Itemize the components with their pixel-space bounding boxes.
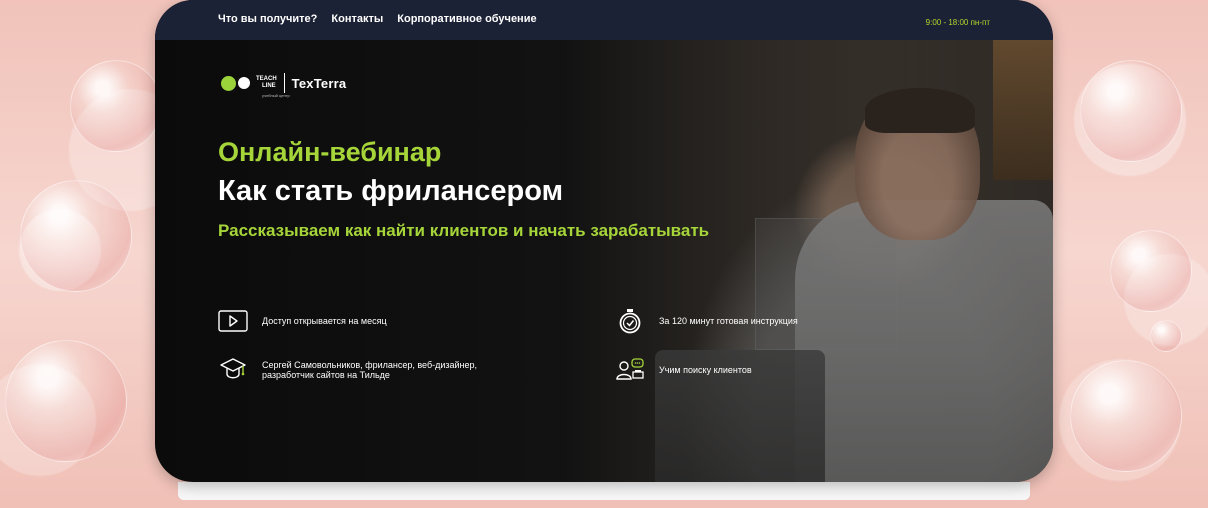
feature-item: Учим поиску клиентов (615, 357, 752, 383)
feature-item: Сергей Самовольников, фрилансер, веб-диз… (218, 357, 512, 383)
nav-links: Что вы получите? Контакты Корпоративное … (218, 13, 537, 25)
hero-photo-person-hair (865, 88, 975, 133)
play-icon (218, 308, 248, 334)
hero-photo-shelf (993, 40, 1053, 180)
top-navigation: Что вы получите? Контакты Корпоративное … (155, 0, 1053, 40)
working-hours: 9:00 - 18:00 пн-пт (925, 18, 990, 27)
hero-title-line1: Онлайн-вебинар (218, 137, 442, 167)
stopwatch-icon (615, 308, 645, 334)
decor-bubble (70, 60, 162, 152)
feature-text: Учим поиску клиентов (659, 365, 752, 375)
hero-photo-person (795, 200, 1053, 482)
decor-bubble (1080, 60, 1182, 162)
teachline-logo: TEACH LINE учебный центр (254, 76, 290, 98)
logo[interactable]: TEACH LINE учебный центр TexTerra (221, 73, 347, 98)
logo-teach: TEACH (256, 76, 277, 82)
logo-line: LINE (262, 83, 276, 89)
hero-card: Что вы получите? Контакты Корпоративное … (155, 0, 1053, 482)
feature-text: За 120 минут готовая инструкция (659, 316, 798, 326)
feature-text: Сергей Самовольников, фрилансер, веб-диз… (262, 360, 478, 380)
hero-subtitle: Рассказываем как найти клиентов и начать… (218, 221, 710, 240)
decor-bubble (5, 340, 127, 462)
feature-text: Доступ открывается на месяц (262, 316, 387, 326)
feature-item: Доступ открывается на месяц (218, 308, 387, 334)
logo-dot-icon (238, 77, 250, 89)
nav-link-corporate[interactable]: Корпоративное обучение (397, 13, 536, 25)
graduation-cap-icon (218, 357, 248, 383)
decor-bubble (1150, 320, 1182, 352)
nav-link-contacts[interactable]: Контакты (331, 13, 383, 25)
logo-dot-icon (221, 75, 236, 91)
logo-brand: TexTerra (291, 75, 347, 91)
logo-subtitle: учебный центр (262, 93, 290, 98)
decor-bubble (1070, 360, 1182, 472)
nav-link-benefits[interactable]: Что вы получите? (218, 13, 317, 25)
logo-separator (283, 73, 285, 93)
user-chat-icon (615, 357, 645, 383)
decor-bubble (1110, 230, 1192, 312)
hero-title-line2: Как стать фрилансером (218, 175, 564, 207)
decor-bubble (20, 180, 132, 292)
content-below-hero (178, 482, 1030, 500)
feature-item: За 120 минут готовая инструкция (615, 308, 798, 334)
